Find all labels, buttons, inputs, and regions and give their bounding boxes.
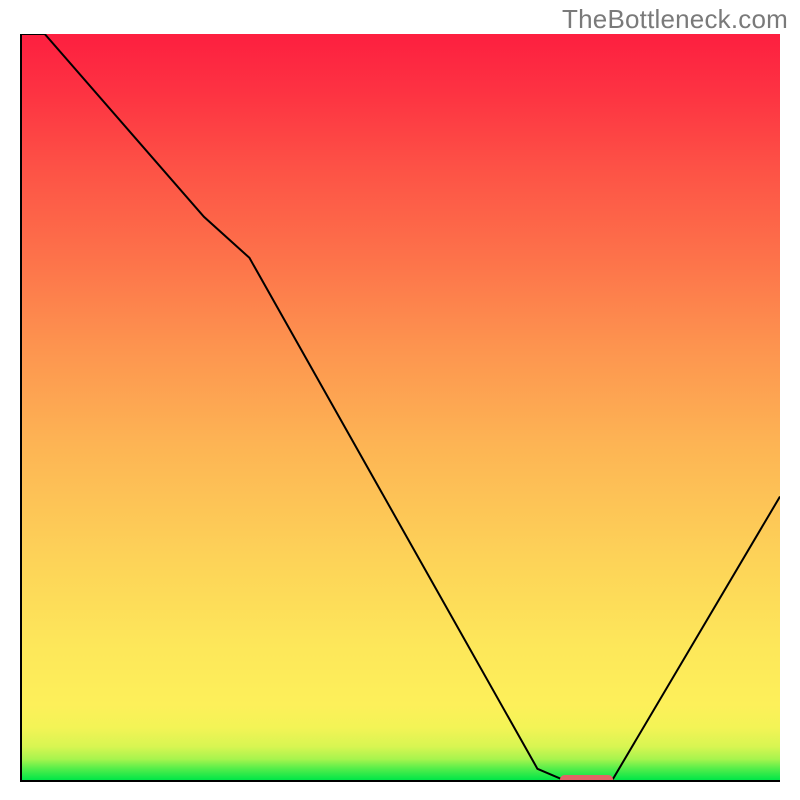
watermark-text: TheBottleneck.com — [562, 4, 788, 35]
curve-svg — [22, 34, 780, 780]
bottleneck-curve — [22, 34, 780, 779]
plot-area — [20, 34, 780, 782]
chart-container: TheBottleneck.com — [0, 0, 800, 800]
optimal-range-marker — [560, 775, 613, 782]
